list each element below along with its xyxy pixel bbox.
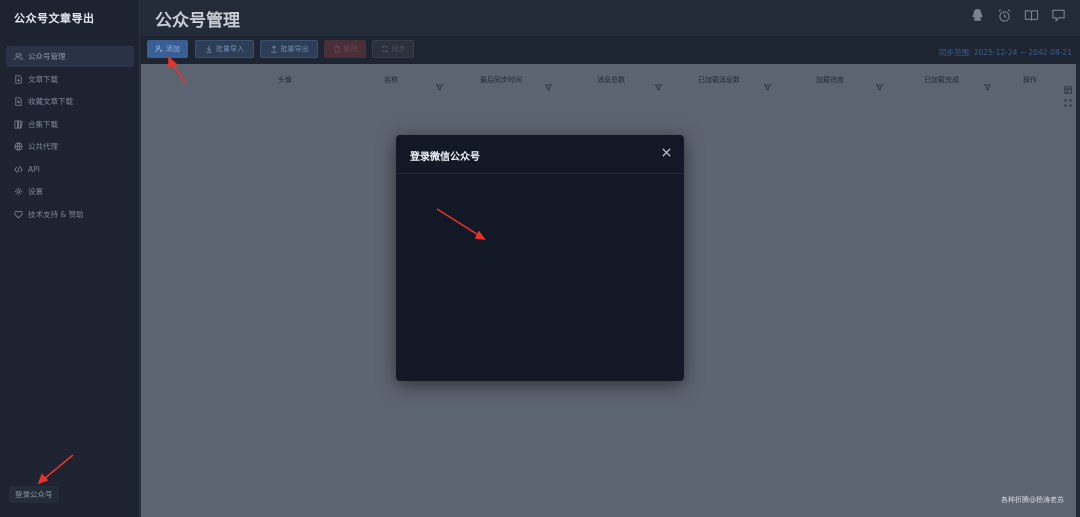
expand-icon[interactable] [1064, 92, 1072, 107]
table-side-tools [1064, 79, 1074, 107]
api-icon [14, 165, 23, 174]
sidebar-item-public-proxy[interactable]: 公共代理 [6, 136, 134, 157]
toolbar: 添加 批量导入 批量导出 删除 同步 同步范围: 2025-12-24 ~ 20… [140, 36, 1080, 64]
login-modal: 登录微信公众号 [396, 135, 684, 381]
column-header-message-total: 消息总数 [597, 76, 625, 84]
gear-icon [14, 187, 23, 196]
batch-export-label: 批量导出 [280, 45, 309, 53]
filter-icon[interactable] [875, 76, 884, 91]
sidebar-item-settings[interactable]: 设置 [6, 181, 134, 202]
download-icon [205, 45, 213, 53]
add-user-icon [155, 45, 163, 53]
batch-import-button[interactable]: 批量导入 [195, 40, 254, 58]
modal-body [396, 174, 684, 381]
header-icons [970, 8, 1066, 23]
sidebar-item-account-management[interactable]: 公众号管理 [6, 46, 134, 67]
sidebar: 公众号文章导出 公众号管理 文章下载 收藏文章下载 合集下载 公共代理 API … [0, 0, 140, 517]
sidebar-item-favorites-download[interactable]: 收藏文章下载 [6, 91, 134, 112]
filter-icon[interactable] [435, 76, 444, 91]
globe-icon [14, 142, 23, 151]
file-star-icon [14, 97, 23, 106]
column-settings-icon[interactable] [1064, 79, 1072, 94]
column-header-load-progress: 加载进度 [816, 76, 844, 84]
modal-header: 登录微信公众号 [396, 135, 684, 174]
filter-icon[interactable] [654, 76, 663, 91]
page-title: 公众号管理 [155, 11, 240, 31]
sidebar-item-api[interactable]: API [6, 159, 134, 180]
sidebar-item-label: 设置 [28, 187, 43, 196]
trash-icon [333, 45, 341, 53]
column-header-actions: 操作 [1023, 76, 1037, 84]
book-open-icon[interactable] [1024, 8, 1039, 23]
sidebar-item-label: 公共代理 [28, 142, 58, 151]
column-header-load-complete: 已加载完成 [924, 76, 959, 84]
users-icon [14, 52, 23, 61]
sync-button[interactable]: 同步 [372, 40, 414, 58]
sidebar-item-article-download[interactable]: 文章下载 [6, 69, 134, 90]
sync-label: 同步 [391, 45, 406, 53]
batch-export-button[interactable]: 批量导出 [260, 40, 318, 58]
alarm-clock-icon[interactable] [997, 8, 1012, 23]
modal-title: 登录微信公众号 [410, 152, 480, 163]
qq-icon[interactable] [970, 8, 985, 23]
feedback-icon[interactable] [1051, 8, 1066, 23]
sidebar-item-support[interactable]: 技术支持 & 赞助 [6, 204, 134, 225]
add-button-label: 添加 [166, 45, 180, 53]
column-header-last-sync: 最后同步时间 [480, 76, 522, 84]
table-header: 头像 名称 最后同步时间 消息总数 已加载消息数 加载进度 已加载完成 操作 [141, 64, 1076, 94]
collection-icon [14, 119, 23, 129]
delete-label: 删除 [343, 45, 358, 53]
app-title: 公众号文章导出 [14, 12, 95, 25]
sidebar-nav: 公众号管理 文章下载 收藏文章下载 合集下载 公共代理 API 设置 技术支持 … [6, 46, 134, 226]
watermark: 各种折腾@杨涛老苏 [1001, 496, 1064, 504]
sync-icon [381, 45, 389, 53]
sidebar-item-label: 合集下载 [28, 119, 58, 129]
login-account-button[interactable]: 登录公众号 [9, 486, 59, 503]
add-button[interactable]: 添加 [147, 40, 188, 58]
sync-range[interactable]: 同步范围: 2025-12-24 ~ 2042-08-21 [939, 47, 1072, 58]
filter-icon[interactable] [544, 76, 553, 91]
file-download-icon [14, 74, 23, 84]
heart-handshake-icon [14, 210, 23, 219]
delete-button[interactable]: 删除 [324, 40, 366, 58]
upload-icon [270, 45, 278, 53]
sidebar-item-label: 公众号管理 [28, 52, 66, 61]
filter-icon[interactable] [763, 76, 772, 91]
sidebar-item-collection-download[interactable]: 合集下载 [6, 114, 134, 135]
sidebar-item-label: 文章下载 [28, 74, 58, 84]
batch-import-label: 批量导入 [216, 45, 244, 53]
sidebar-item-label: 技术支持 & 赞助 [28, 209, 84, 219]
sidebar-item-label: 收藏文章下载 [28, 97, 73, 106]
sidebar-item-label: API [28, 164, 40, 174]
column-header-name: 名称 [384, 76, 398, 84]
column-header-loaded-messages: 已加载消息数 [698, 76, 740, 84]
filter-icon[interactable] [983, 76, 992, 91]
header: 公众号管理 [140, 0, 1080, 36]
column-header-avatar: 头像 [278, 76, 292, 84]
close-icon[interactable] [661, 147, 672, 158]
